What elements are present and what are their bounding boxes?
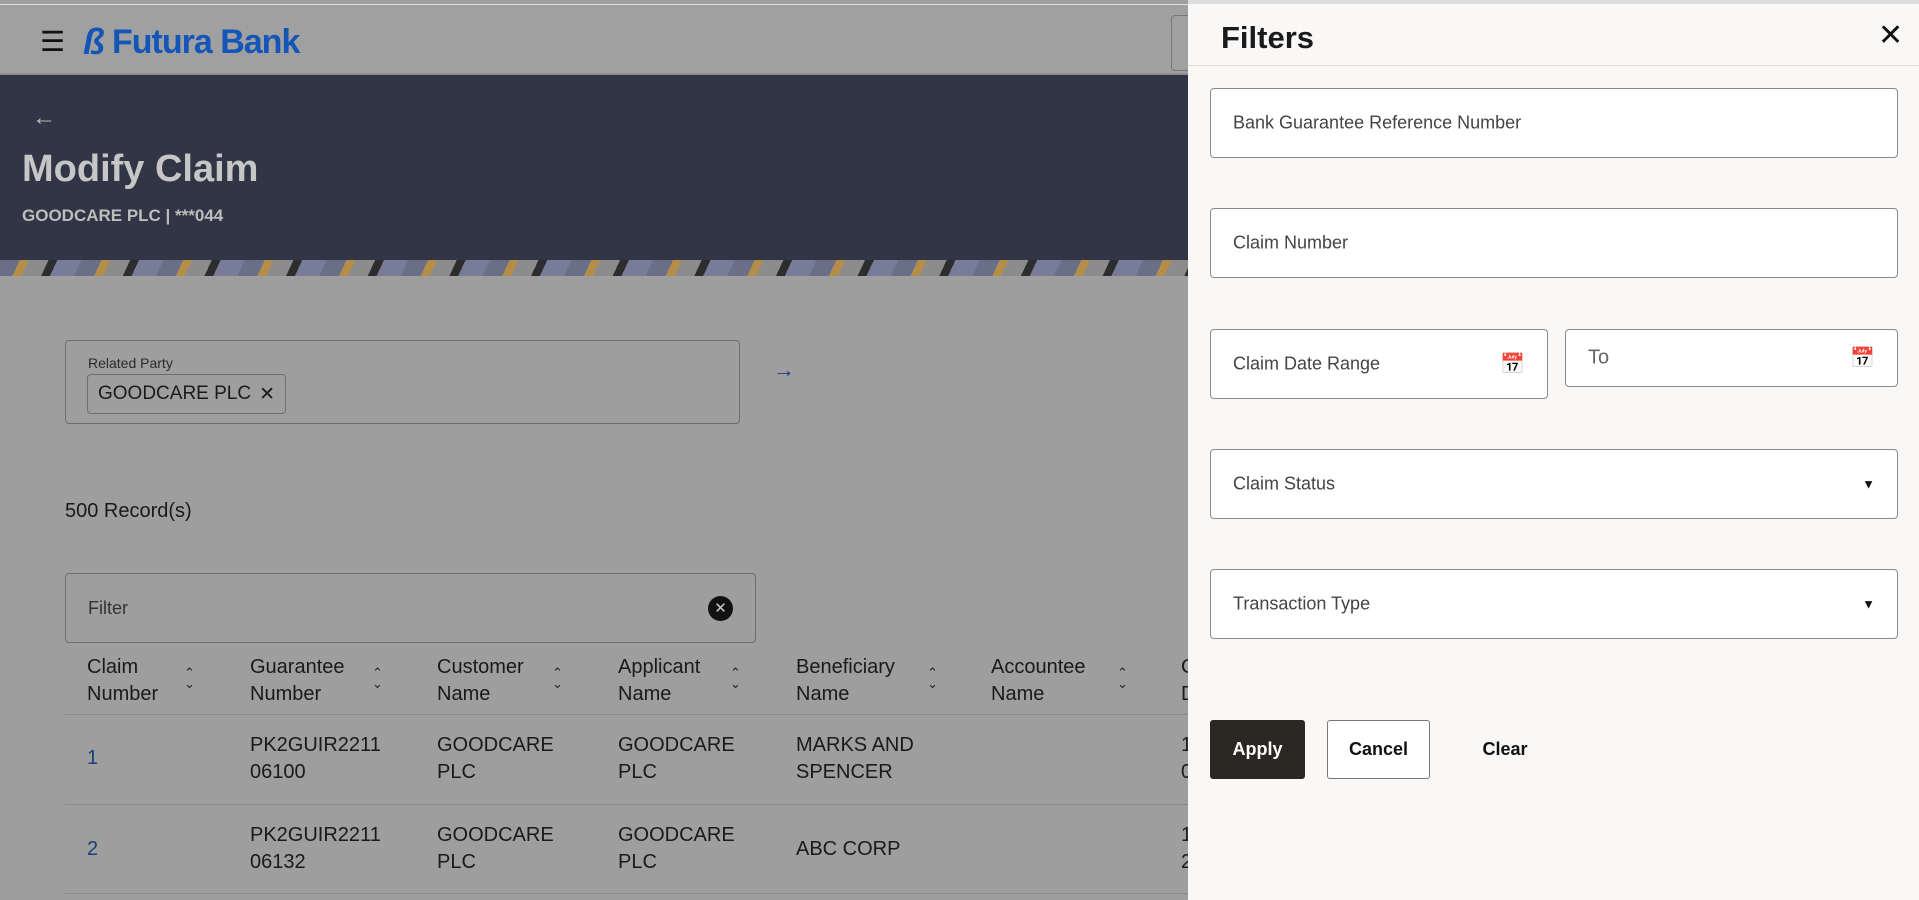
logo-icon: ß <box>83 21 104 63</box>
related-party-field[interactable]: Related Party GOODCARE PLC ✕ <box>65 340 740 424</box>
decorative-strip <box>0 260 1188 276</box>
col-accountee-name[interactable]: Accountee Name <box>991 654 1101 708</box>
page-title: Modify Claim <box>22 148 258 191</box>
applicant-name: GOODCARE PLC <box>618 732 728 786</box>
back-arrow-icon[interactable]: ← <box>32 104 56 132</box>
calendar-icon[interactable]: 📅 <box>1850 346 1875 371</box>
brand-logo: ßFutura Bank <box>83 21 299 63</box>
remove-chip-icon[interactable]: ✕ <box>259 383 275 406</box>
col-beneficiary-name[interactable]: Beneficiary Name <box>796 654 906 708</box>
field-label: Claim Number <box>1233 233 1348 254</box>
related-party-label: Related Party <box>88 355 173 371</box>
field-label: Claim Status <box>1233 474 1335 495</box>
guarantee-number: PK2GUIR2211 06132 <box>250 822 400 876</box>
page-subtitle: GOODCARE PLC | ***044 <box>22 206 223 226</box>
dropdown-caret-icon: ▼ <box>1862 597 1875 612</box>
sort-icon[interactable]: ⌃⌄ <box>184 667 195 689</box>
go-arrow-icon[interactable]: → <box>773 357 795 383</box>
guarantee-number: PK2GUIR2211 06100 <box>250 732 400 786</box>
col-customer-name[interactable]: Customer Name <box>437 654 537 708</box>
cancel-button[interactable]: Cancel <box>1327 720 1430 779</box>
table-filter-input[interactable]: Filter ✕ <box>65 573 756 643</box>
record-count: 500 Record(s) <box>65 500 192 523</box>
sort-icon[interactable]: ⌃⌄ <box>1117 667 1128 689</box>
sort-icon[interactable]: ⌃⌄ <box>927 667 938 689</box>
clear-button[interactable]: Clear <box>1470 720 1540 779</box>
customer-name: GOODCARE PLC <box>437 822 547 876</box>
applicant-name: GOODCARE PLC <box>618 822 728 876</box>
top-bar: ☰ ßFutura Bank <box>0 4 1188 75</box>
transaction-type-select[interactable]: Transaction Type ▼ <box>1210 569 1898 639</box>
partial-cell: 1 0 <box>1181 732 1188 786</box>
claim-link[interactable]: 2 <box>87 836 98 863</box>
filters-title: Filters <box>1221 20 1314 56</box>
filter-placeholder: Filter <box>88 598 128 619</box>
claim-status-select[interactable]: Claim Status ▼ <box>1210 449 1898 519</box>
sort-icon[interactable]: ⌃⌄ <box>372 667 383 689</box>
apply-button[interactable]: Apply <box>1210 720 1305 779</box>
hamburger-icon[interactable]: ☰ <box>40 32 65 52</box>
date-from-input[interactable]: Claim Date Range 📅 <box>1210 329 1548 399</box>
date-to-input[interactable]: To 📅 <box>1565 329 1898 387</box>
field-label: Claim Date Range <box>1233 354 1380 375</box>
close-icon[interactable]: ✕ <box>1878 18 1903 53</box>
field-label: Bank Guarantee Reference Number <box>1233 113 1521 134</box>
chip-label: GOODCARE PLC <box>98 383 251 405</box>
calendar-icon[interactable]: 📅 <box>1500 352 1525 377</box>
sort-icon[interactable]: ⌃⌄ <box>552 667 563 689</box>
beneficiary-name: ABC CORP <box>796 836 936 863</box>
beneficiary-name: MARKS AND SPENCER <box>796 732 936 786</box>
field-label: Transaction Type <box>1233 594 1370 615</box>
customer-name: GOODCARE PLC <box>437 732 547 786</box>
dropdown-caret-icon: ▼ <box>1862 477 1875 492</box>
col-guarantee-number[interactable]: Guarantee Number <box>250 654 360 708</box>
clear-filter-icon[interactable]: ✕ <box>708 596 733 621</box>
partial-cell: 1 2 <box>1181 822 1188 876</box>
divider <box>1188 65 1919 66</box>
sort-icon[interactable]: ⌃⌄ <box>730 667 741 689</box>
claim-number-input[interactable]: Claim Number <box>1210 208 1898 278</box>
related-party-chip: GOODCARE PLC ✕ <box>87 374 286 414</box>
col-applicant-name[interactable]: Applicant Name <box>618 654 718 708</box>
field-placeholder: To <box>1588 347 1609 370</box>
filters-panel: Filters ✕ Bank Guarantee Reference Numbe… <box>1188 0 1919 900</box>
col-claim-number[interactable]: Claim Number <box>87 654 177 708</box>
bg-reference-input[interactable]: Bank Guarantee Reference Number <box>1210 88 1898 158</box>
claim-link[interactable]: 1 <box>87 745 98 772</box>
brand-name: Futura Bank <box>112 23 299 62</box>
